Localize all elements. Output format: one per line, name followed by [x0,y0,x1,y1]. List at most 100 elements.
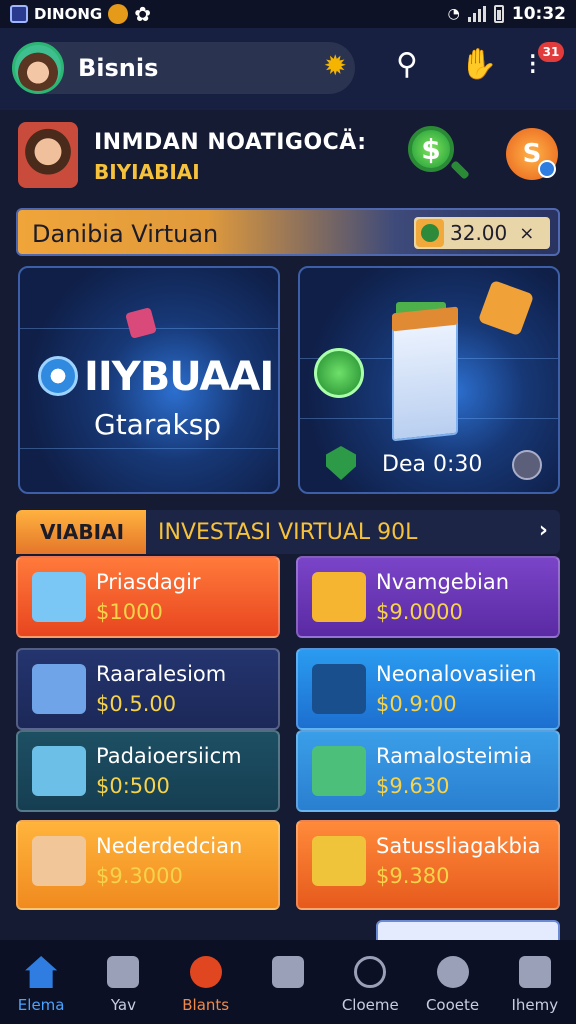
notice-title: INMDAN NOATIGOCÄ: [94,130,367,155]
investment-value: $0:500 [96,774,170,798]
dollar-search-icon[interactable]: $ [408,126,454,172]
investment-label: Ramalosteimia [376,744,533,768]
status-bar: DINONG ✿ ◔ 10:32 [0,0,576,28]
search-icon[interactable]: ⚲ [396,50,418,80]
wifi-icon: ◔ [447,6,460,22]
investment-label: Padaioersiicm [96,744,242,768]
status-time: 10:32 [511,4,566,24]
investment-label: Nederdedcian [96,834,243,858]
nav-plans[interactable]: Blants [165,940,247,1024]
feature-left-subtitle: Gtaraksp [94,408,222,441]
investment-label: Nvamgebian [376,570,510,594]
investment-card[interactable]: Raaralesiom $0.5.00 [16,648,280,730]
document-icon [392,314,458,442]
feature-card-right[interactable]: Dea 0:30 [298,266,560,494]
profile-icon [436,956,469,988]
status-left: DINONG ✿ [10,4,151,24]
investment-value: $9.630 [376,774,450,798]
nav-wallet[interactable]: Yav [82,940,164,1024]
investment-card[interactable]: Nvamgebian $9.0000 [296,556,560,638]
plans-icon [189,956,222,988]
gear-icon: ✿ [134,2,151,26]
investment-label: Neonalovasiien [376,662,537,686]
monitor-icon [32,664,86,714]
nav-label: Cloeme [341,996,399,1014]
history-icon [518,956,551,988]
signal-icon [467,6,486,22]
tag-icon [125,307,157,339]
bottom-nav: Elema Yav Blants Cloeme Cooete Ihemy [0,940,576,1024]
app-header: Bisnis ✹ ⚲ ✋ ⁝ 31 [0,28,576,110]
map-icon [312,746,366,796]
investment-card[interactable]: Padaioersiicm $0:500 [16,730,280,812]
coin-icon [108,4,129,24]
globe-monitor-icon [312,664,366,714]
wallet-icon [107,956,140,988]
status-app-label: DINONG [34,5,103,23]
feature-right-date: Dea 0:30 [382,452,483,477]
games-icon [271,956,304,988]
nav-chart[interactable]: Cloeme [329,940,411,1024]
nav-history[interactable]: Ihemy [494,940,576,1024]
more-icon[interactable]: ⁝ [528,50,538,80]
close-icon[interactable]: × [519,223,534,244]
investment-value: $0.9:00 [376,692,457,716]
investment-card[interactable]: Satussliagakbia $9.380 [296,820,560,910]
investment-label: Priasdagir [96,570,201,594]
nav-label: Blants [182,996,230,1014]
nav-profile[interactable]: Cooete [411,940,493,1024]
investasi-tab[interactable]: VIABIAI [16,510,146,554]
feature-left-title: IIYBUAAI [84,354,274,400]
nav-label: Ihemy [511,996,559,1014]
page-title: Bisnis [78,54,159,82]
shield-icon [326,446,356,480]
notification-badge[interactable]: 31 [538,42,564,62]
gear-coin-icon [312,572,366,622]
avatar[interactable] [12,42,64,94]
chat-coin-icon[interactable]: S [506,128,558,180]
globe-pin-icon [314,348,364,398]
person-icon [32,836,86,886]
banner-amount-value: 32.00 [450,221,508,245]
banner-amount: 32.00 × [414,217,550,249]
investment-value: $9.380 [376,864,450,888]
server-icon [32,572,86,622]
notice-subtitle: BIYIABIAI [94,160,200,184]
settings-gear-icon[interactable]: ✹ [324,52,347,80]
money-icon [416,219,444,247]
nav-home[interactable]: Elema [0,940,82,1024]
investment-label: Satussliagakbia [376,834,541,858]
coin-pair-icon[interactable] [512,450,542,480]
banner-title: Danibia Virtuan [32,220,219,248]
investment-value: $9.3000 [96,864,183,888]
investment-value: $1000 [96,600,163,624]
nav-label: Elema [17,996,65,1014]
investment-card[interactable]: Priasdagir $1000 [16,556,280,638]
investment-value: $9.0000 [376,600,463,624]
investasi-title: INVESTASI VIRTUAL 90L [158,520,418,545]
app-icon [10,5,28,23]
shield-dollar-icon [312,836,366,886]
nav-label: Cooete [425,996,480,1014]
notice-avatar [18,122,78,188]
home-icon [25,956,58,988]
status-right: ◔ 10:32 [448,4,566,24]
investment-card[interactable]: Nederdedcian $9.3000 [16,820,280,910]
notice-row[interactable]: INMDAN NOATIGOCÄ: BIYIABIAI $ S [0,112,576,198]
investment-card[interactable]: Neonalovasiien $0.9:00 [296,648,560,730]
investment-label: Raaralesiom [96,662,227,686]
investment-card[interactable]: Ramalosteimia $9.630 [296,730,560,812]
chart-icon [354,956,387,988]
nav-games[interactable] [247,940,329,1024]
investasi-header[interactable]: VIABIAI INVESTASI VIRTUAL 90L › [16,510,560,554]
chevron-right-icon[interactable]: › [539,518,548,543]
feature-card-left[interactable]: IIYBUAAI Gtaraksp [18,266,280,494]
profile-pill[interactable]: Bisnis ✹ [12,42,355,94]
thumbs-up-icon[interactable]: ✋ [460,50,497,80]
computer-icon [32,746,86,796]
nav-label: Yav [110,996,136,1014]
virtual-balance-banner[interactable]: Danibia Virtuan 32.00 × [16,208,560,256]
battery-icon [493,5,504,23]
investment-value: $0.5.00 [96,692,177,716]
clock-icon [38,356,78,396]
